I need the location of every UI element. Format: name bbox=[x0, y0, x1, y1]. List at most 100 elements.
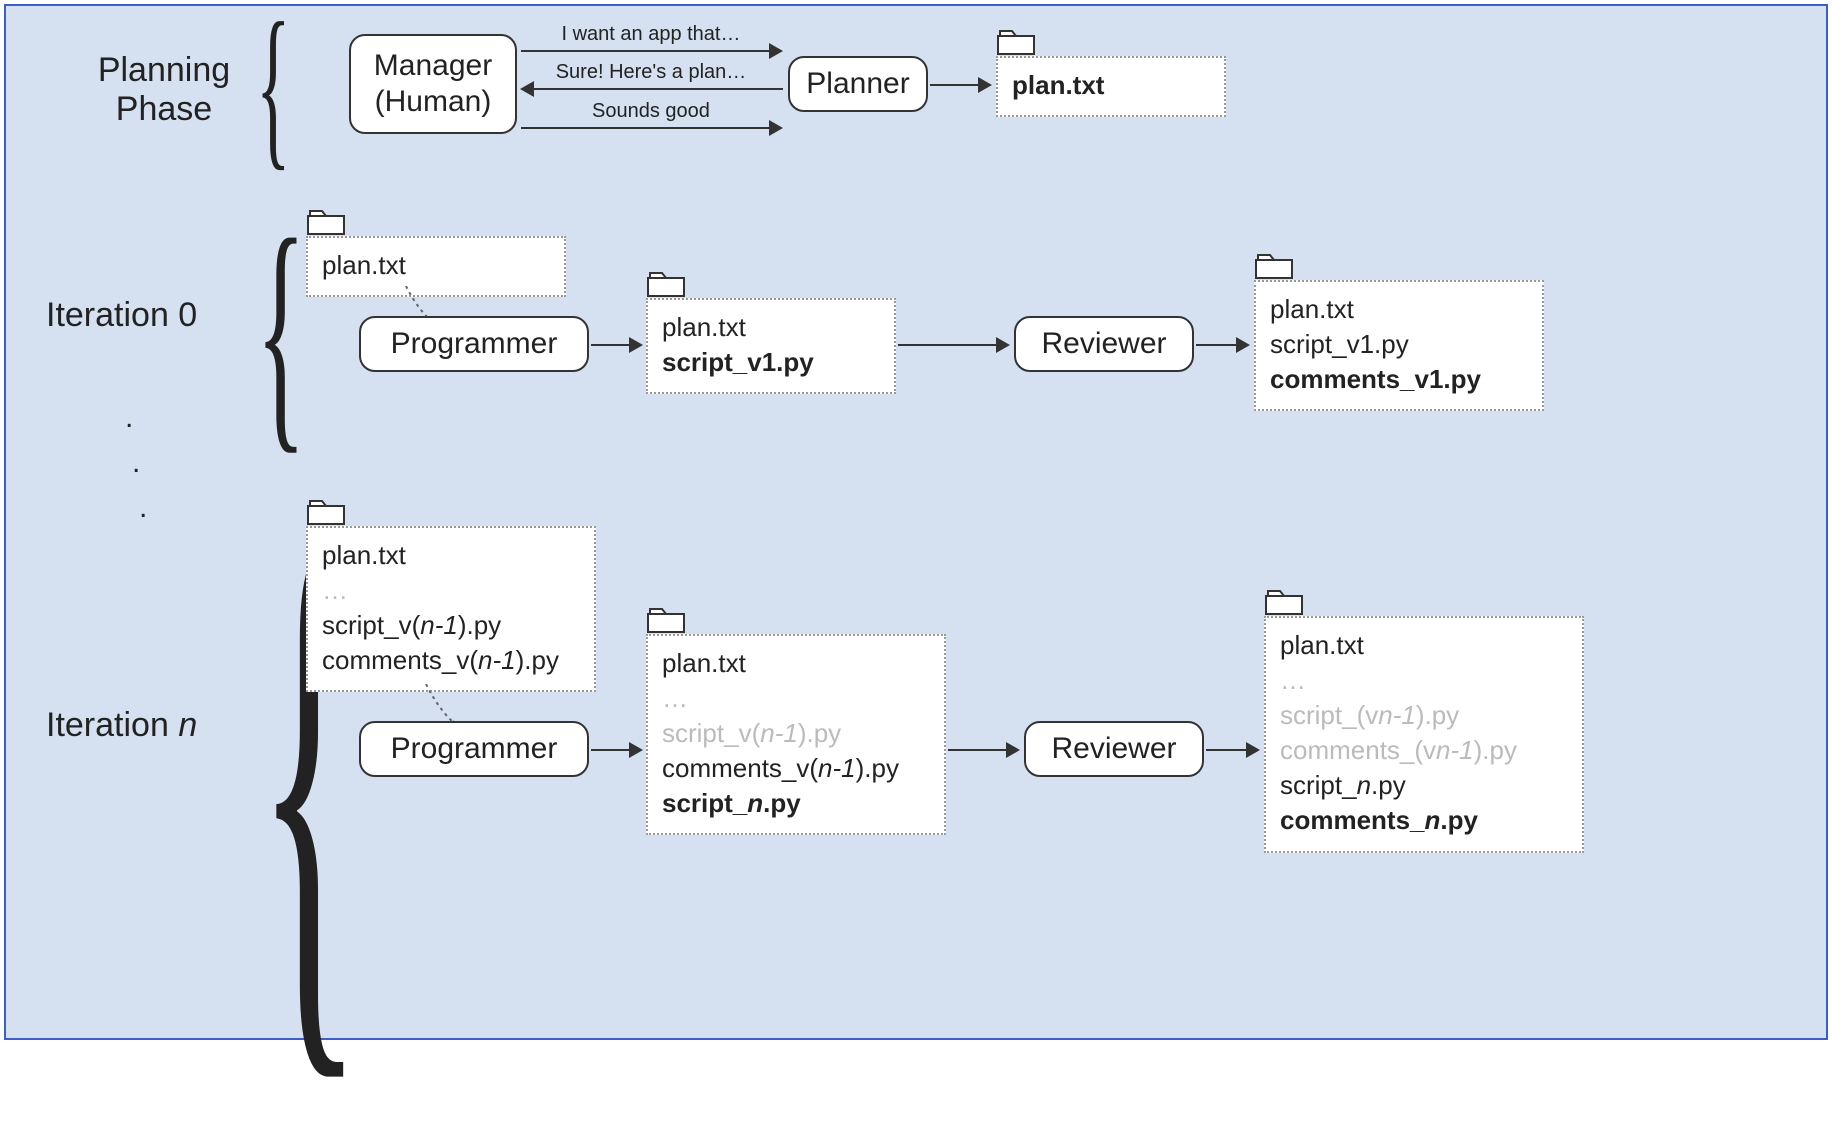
folder-icon bbox=[646, 604, 686, 634]
arrow-planner-out bbox=[930, 84, 980, 86]
p3: .py bbox=[1440, 805, 1478, 835]
itern-prefix: Iteration bbox=[46, 706, 178, 744]
p2: n-1 bbox=[1378, 700, 1416, 730]
dots-1: . bbox=[125, 401, 133, 435]
manager-l1: Manager bbox=[374, 49, 492, 82]
arrow-rev0-out bbox=[1196, 344, 1238, 346]
p2: n-1 bbox=[818, 753, 856, 783]
label-itern: Iteration n bbox=[46, 706, 197, 745]
folder-icon bbox=[306, 206, 346, 236]
p1: script_v( bbox=[322, 610, 420, 640]
filebox-plan: plan.txt bbox=[996, 56, 1226, 117]
filebox-itern-out: plan.txt … script_(vn-1).py comments_(vn… bbox=[1264, 616, 1584, 853]
itern-var: n bbox=[178, 706, 197, 744]
planning-label-l1: Planning bbox=[98, 51, 230, 89]
arrow-progn-out-head bbox=[629, 742, 643, 758]
node-reviewer-0: Reviewer bbox=[1014, 316, 1194, 372]
msg-3: Sounds good bbox=[551, 100, 751, 123]
f1: plan.txt bbox=[1270, 294, 1354, 324]
p1: script_ bbox=[1280, 770, 1357, 800]
arrow-rev0-in-head bbox=[996, 337, 1010, 353]
f2: … bbox=[662, 683, 688, 713]
p1: comments_ bbox=[1280, 805, 1425, 835]
arrow-msg1 bbox=[521, 50, 771, 52]
p3: ).py bbox=[1416, 700, 1459, 730]
p1: comments_v( bbox=[662, 753, 818, 783]
planning-label-l2: Phase bbox=[116, 90, 212, 128]
f2: … bbox=[1280, 665, 1306, 695]
p3: .py bbox=[763, 788, 801, 818]
file-plan-txt: plan.txt bbox=[1012, 70, 1104, 100]
p1: comments_(v bbox=[1280, 735, 1436, 765]
filebox-iter0-mid: plan.txt script_v1.py bbox=[646, 298, 896, 394]
folder-icon bbox=[1264, 586, 1304, 616]
filebox-itern-in: plan.txt … script_v(n-1).py comments_v(n… bbox=[306, 526, 596, 692]
p2: n bbox=[747, 788, 763, 818]
p2: n-1 bbox=[760, 718, 798, 748]
folder-icon bbox=[1254, 250, 1294, 280]
p2: n-1 bbox=[420, 610, 458, 640]
brace-planning: { bbox=[256, 0, 291, 176]
arrow-progn-out bbox=[591, 749, 631, 751]
msg-1: I want an app that… bbox=[551, 23, 751, 46]
dots-3: . bbox=[139, 491, 147, 525]
arrow-prog0-out-head bbox=[629, 337, 643, 353]
arrow-revn-in bbox=[948, 749, 1008, 751]
p1: script_(v bbox=[1280, 700, 1378, 730]
arrow-rev0-out-head bbox=[1236, 337, 1250, 353]
arrow-revn-in-head bbox=[1006, 742, 1020, 758]
filebox-itern-mid: plan.txt … script_v(n-1).py comments_v(n… bbox=[646, 634, 946, 835]
programmer-label-n: Programmer bbox=[391, 731, 558, 767]
filebox-iter0-out: plan.txt script_v1.py comments_v1.py bbox=[1254, 280, 1544, 411]
arrow-msg2 bbox=[533, 88, 783, 90]
p1: script_v( bbox=[662, 718, 760, 748]
p2: n bbox=[1357, 770, 1371, 800]
arrow-prog0-out bbox=[591, 344, 631, 346]
dots-2: . bbox=[132, 446, 140, 480]
f1: plan.txt bbox=[662, 312, 746, 342]
f2: script_v1.py bbox=[662, 347, 814, 377]
f2: script_v1.py bbox=[1270, 329, 1409, 359]
folder-icon bbox=[996, 26, 1036, 56]
arrow-planner-out-head bbox=[978, 77, 992, 93]
file-plan: plan.txt bbox=[322, 250, 406, 280]
arrow-revn-out-head bbox=[1246, 742, 1260, 758]
arrow-rev0-in bbox=[898, 344, 998, 346]
arrow-msg3-head bbox=[769, 120, 783, 136]
reviewer-label-n: Reviewer bbox=[1051, 731, 1176, 767]
label-planning-phase: Planning Phase bbox=[84, 51, 244, 129]
node-planner: Planner bbox=[788, 56, 928, 112]
p3: ).py bbox=[1474, 735, 1517, 765]
p3: .py bbox=[1371, 770, 1406, 800]
node-manager: Manager (Human) bbox=[349, 34, 517, 134]
node-programmer-0: Programmer bbox=[359, 316, 589, 372]
planner-label: Planner bbox=[806, 66, 909, 102]
folder-icon bbox=[646, 268, 686, 298]
f3: comments_v1.py bbox=[1270, 364, 1481, 394]
arrow-revn-out bbox=[1206, 749, 1248, 751]
reviewer-label-0: Reviewer bbox=[1041, 326, 1166, 362]
arrow-msg2-head bbox=[520, 81, 534, 97]
p3: ).py bbox=[856, 753, 899, 783]
f2: … bbox=[322, 575, 348, 605]
arrow-msg1-head bbox=[769, 43, 783, 59]
node-reviewer-n: Reviewer bbox=[1024, 721, 1204, 777]
p1: script_ bbox=[662, 788, 747, 818]
manager-l2: (Human) bbox=[375, 85, 492, 118]
node-programmer-n: Programmer bbox=[359, 721, 589, 777]
p2: n-1 bbox=[478, 645, 516, 675]
p2: n-1 bbox=[1436, 735, 1474, 765]
folder-icon bbox=[306, 496, 346, 526]
label-iter0: Iteration 0 bbox=[46, 296, 197, 335]
diagram-canvas: Planning Phase { Manager (Human) I want … bbox=[4, 4, 1828, 1040]
p3: ).py bbox=[458, 610, 501, 640]
p2: n bbox=[1425, 805, 1441, 835]
f1: plan.txt bbox=[1280, 630, 1364, 660]
p3: ).py bbox=[798, 718, 841, 748]
programmer-label-0: Programmer bbox=[391, 326, 558, 362]
p3: ).py bbox=[516, 645, 559, 675]
f1: plan.txt bbox=[662, 648, 746, 678]
arrow-msg3 bbox=[521, 127, 771, 129]
p1: comments_v( bbox=[322, 645, 478, 675]
msg-2: Sure! Here's a plan… bbox=[551, 61, 751, 84]
